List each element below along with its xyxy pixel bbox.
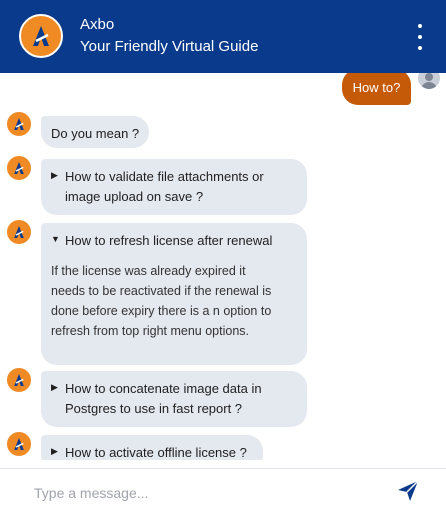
suggestion-item-expanded[interactable]: ▼ How to refresh license after renewal I… xyxy=(41,223,307,365)
bot-avatar xyxy=(6,219,32,245)
answer-line: If the license was already expired it xyxy=(51,264,246,278)
caret-down-icon: ▼ xyxy=(51,234,60,244)
chat-header: Axbo Your Friendly Virtual Guide xyxy=(0,0,446,73)
answer-line: needs to be reactivated if the renewal i… xyxy=(51,284,272,298)
answer-line: refresh from top right menu options. xyxy=(51,324,250,338)
kebab-menu-icon[interactable] xyxy=(412,24,428,50)
caret-right-icon: ▶ xyxy=(51,446,58,456)
suggestion-label: Postgres to use in fast report ? xyxy=(65,401,243,416)
answer-text: If the license was already expired it ne… xyxy=(51,261,297,341)
suggestion-label: image upload on save ? xyxy=(65,189,204,204)
suggestion-label: How to validate file attachments or xyxy=(65,169,264,184)
axbo-logo xyxy=(19,14,63,58)
answer-line: done before expiry there is a n option t… xyxy=(51,304,272,318)
user-message-bubble: How to? xyxy=(342,73,411,105)
bot-prompt-text: Do you mean ? xyxy=(51,126,140,141)
message-input[interactable] xyxy=(34,481,374,505)
chat-subtitle: Your Friendly Virtual Guide xyxy=(80,38,259,55)
suggestion-label: How to concatenate image data in xyxy=(65,381,262,396)
user-avatar xyxy=(418,73,440,89)
message-list[interactable]: How to? Do you mean ? ▶ How to validate … xyxy=(0,73,446,460)
bot-avatar xyxy=(6,155,32,181)
bot-avatar xyxy=(6,431,32,457)
caret-right-icon: ▶ xyxy=(51,382,58,392)
suggestion-item[interactable]: ▶ How to activate offline license ? xyxy=(41,435,263,460)
bot-avatar xyxy=(6,111,32,137)
suggestion-item[interactable]: ▶ How to validate file attachments or im… xyxy=(41,159,307,215)
chat-title: Axbo xyxy=(80,16,115,33)
bot-avatar xyxy=(6,367,32,393)
caret-right-icon: ▶ xyxy=(51,170,58,180)
send-icon[interactable] xyxy=(396,479,420,503)
suggestion-item[interactable]: ▶ How to concatenate image data in Postg… xyxy=(41,371,307,427)
bot-prompt-bubble: Do you mean ? xyxy=(41,116,150,148)
suggestion-label: How to activate offline license ? xyxy=(65,445,247,460)
suggestion-label: How to refresh license after renewal xyxy=(65,233,273,248)
composer xyxy=(0,468,446,518)
